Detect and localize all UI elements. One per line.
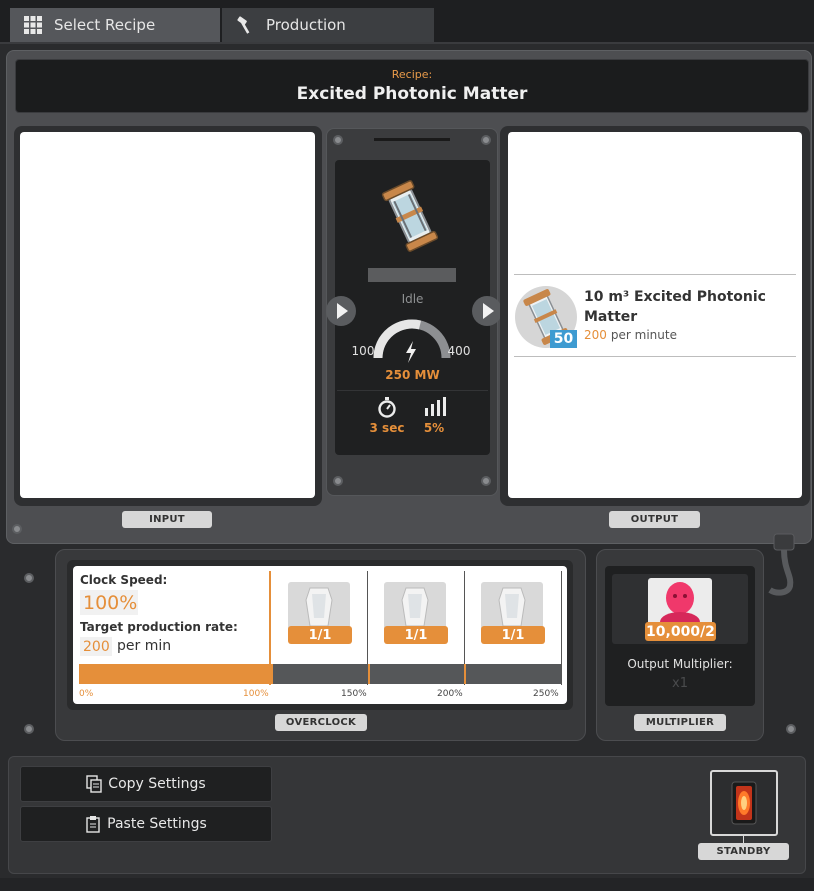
standby-toggle[interactable] (710, 770, 778, 836)
bar-chart-icon (425, 397, 446, 416)
output-rate-unit: per minute (610, 328, 677, 342)
tab-select-recipe[interactable]: Select Recipe (10, 8, 220, 42)
machine-top-slot (374, 138, 450, 141)
paste-settings-label: Paste Settings (107, 816, 207, 832)
tick-150: 150% (341, 689, 367, 699)
multiplier-count: 10,000/2 (645, 622, 716, 641)
machine-screw (333, 135, 343, 145)
overclock-divider (561, 571, 562, 685)
output-multiplier-label: Output Multiplier: (627, 657, 733, 671)
panel-screw (24, 724, 34, 734)
divider (514, 274, 796, 275)
cable-decoration (768, 533, 795, 596)
machine-screw (481, 135, 491, 145)
clock-slider-locked (271, 664, 562, 684)
output-multiplier-factor: x1 (672, 676, 688, 691)
target-rate-input[interactable]: 200 (80, 637, 112, 656)
grid-icon (24, 16, 42, 34)
tick-0: 0% (79, 689, 94, 699)
recipe-label: Recipe: (391, 68, 433, 81)
divider (514, 356, 796, 357)
clock-speed-label: Clock Speed: (80, 573, 168, 587)
tick-100: 100% (243, 689, 269, 699)
machine-screw (333, 476, 343, 486)
power-shard-icon (305, 587, 333, 627)
clock-speed-input[interactable]: 100% (80, 590, 138, 615)
copy-icon (86, 775, 102, 793)
footer-strip (0, 878, 814, 891)
power-shard-icon (401, 587, 429, 627)
power-shard-count: 1/1 (384, 626, 448, 644)
overclock-section-label: OVERCLOCK (275, 714, 367, 731)
stack-size-badge: 50 (550, 330, 577, 348)
tick-250: 250% (533, 689, 559, 699)
output-item-rate: 200 per minute (584, 328, 677, 342)
power-min: 100 (351, 344, 375, 358)
tab-production[interactable]: Production (222, 8, 434, 42)
tab-select-recipe-label: Select Recipe (54, 16, 156, 34)
clock-slider-track[interactable] (79, 664, 562, 684)
power-max: 400 (447, 344, 471, 358)
power-shard-count: 1/1 (288, 626, 352, 644)
recipe-name: Excited Photonic Matter (296, 84, 528, 104)
copy-settings-button[interactable]: Copy Settings (20, 766, 272, 802)
input-slot-area[interactable] (20, 132, 315, 498)
standby-switch-icon (731, 781, 757, 825)
panel-screw (12, 524, 22, 534)
prev-arrow-button[interactable] (326, 296, 356, 326)
hammer-icon (237, 16, 250, 34)
progress-bar (368, 268, 456, 282)
tick-200: 200% (437, 689, 463, 699)
photonic-matter-icon (381, 180, 439, 252)
cycle-time: 3 sec (369, 421, 405, 435)
stopwatch-icon (378, 397, 396, 418)
standby-section-label: STANDBY (698, 843, 789, 860)
divider (337, 390, 488, 391)
next-arrow-button[interactable] (472, 296, 502, 326)
machine-status: Idle (401, 292, 424, 306)
input-section-label: INPUT (122, 511, 212, 528)
multiplier-section-label: MULTIPLIER (634, 714, 726, 731)
output-item-name: 10 m³ Excited Photonic Matter (584, 289, 766, 325)
output-section-label: OUTPUT (609, 511, 700, 528)
panel-screw (786, 724, 796, 734)
panel-screw (24, 573, 34, 583)
paste-settings-button[interactable]: Paste Settings (20, 806, 272, 842)
target-rate-label: Target production rate: (80, 620, 238, 634)
power-shard-icon (498, 587, 526, 627)
target-rate-unit: per min (117, 638, 172, 654)
copy-settings-label: Copy Settings (108, 776, 206, 792)
recipe-header: Recipe: Excited Photonic Matter (15, 59, 809, 113)
power-current: 250 MW (385, 368, 440, 382)
power-shard-count: 1/1 (481, 626, 545, 644)
lightning-icon (406, 341, 416, 363)
clipboard-icon (86, 816, 100, 833)
output-rate-value: 200 (584, 328, 607, 342)
tab-production-label: Production (266, 16, 346, 34)
machine-screw (481, 476, 491, 486)
productivity: 5% (423, 421, 445, 435)
